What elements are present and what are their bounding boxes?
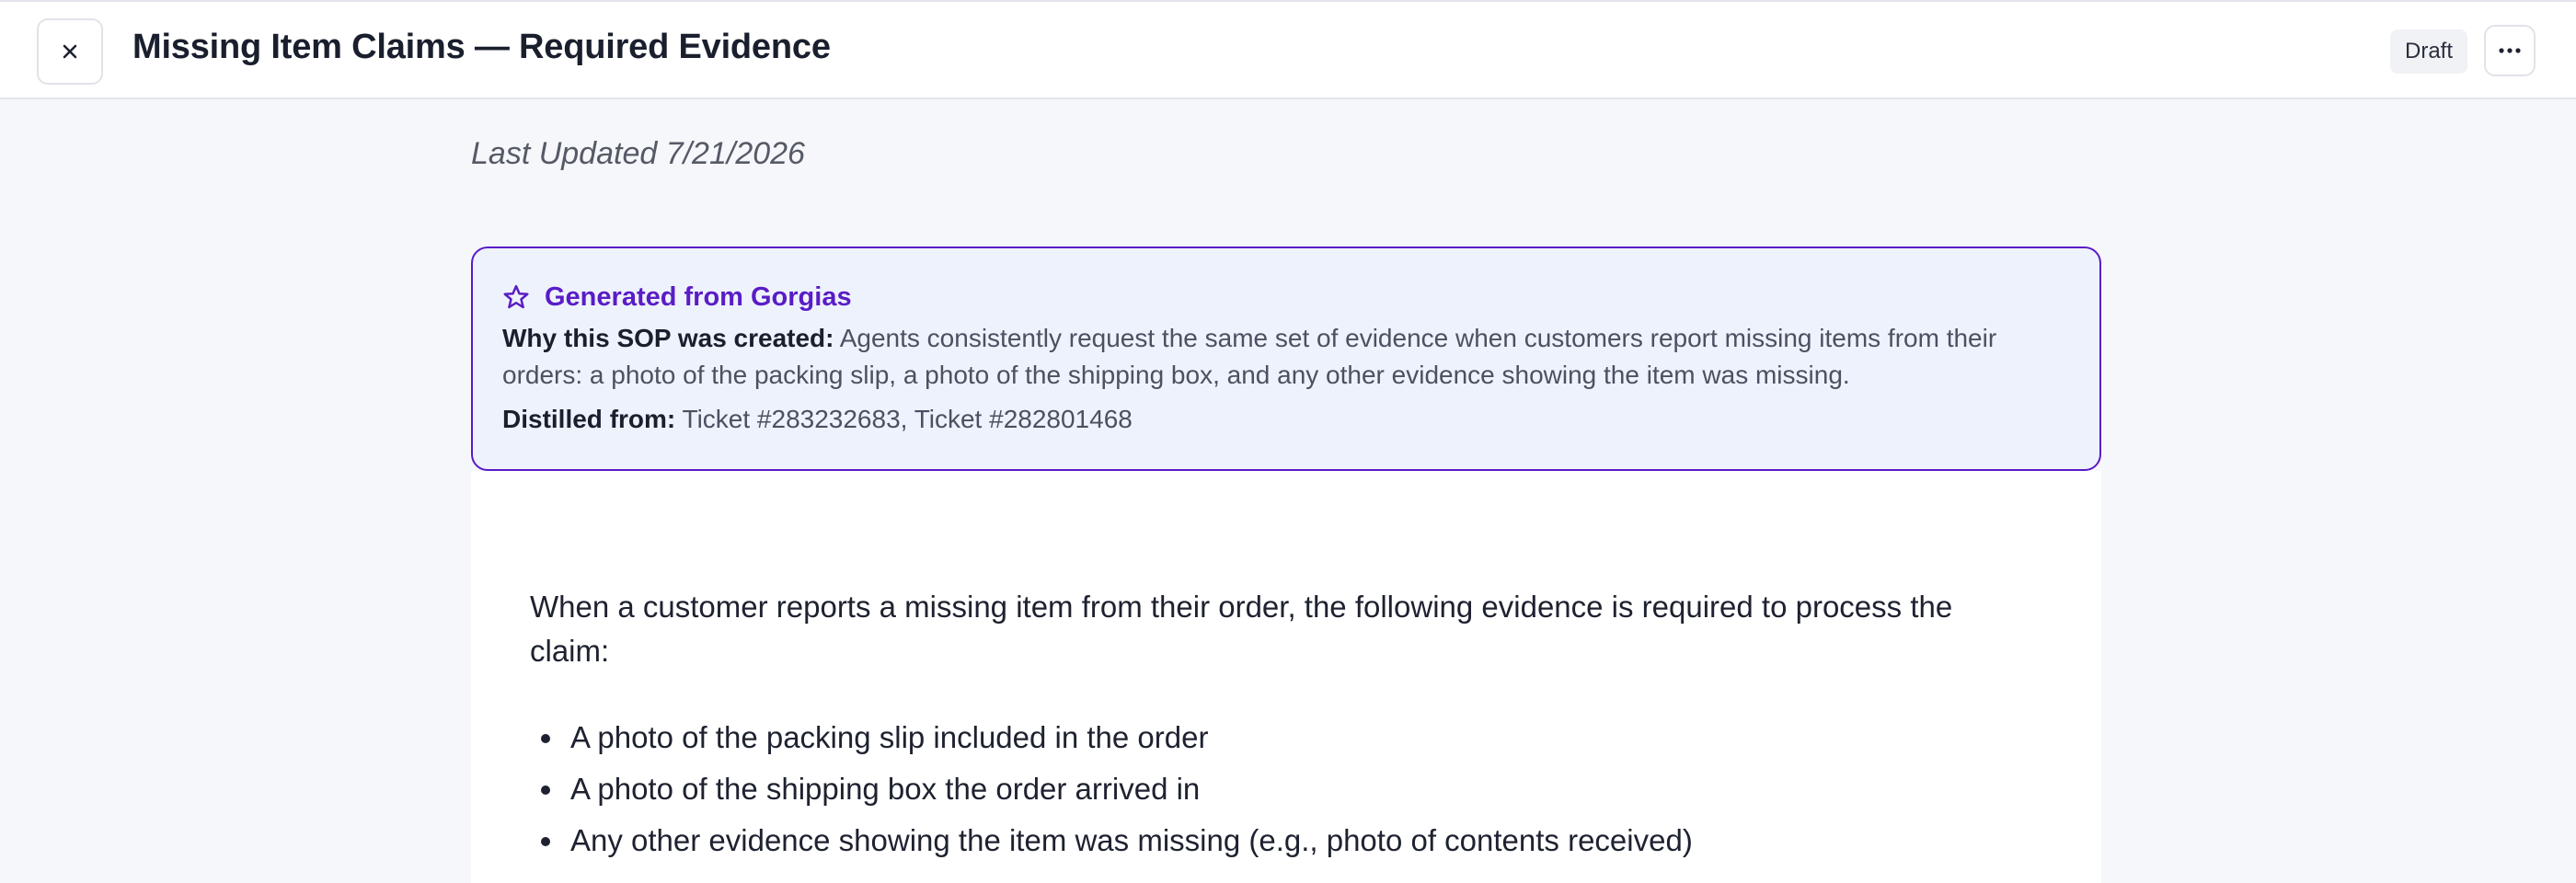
sop-reason: Why this SOP was created: Agents consist… [502, 320, 2070, 394]
status-badge: Draft [2390, 29, 2468, 74]
star-icon [503, 284, 529, 309]
generated-source-card: Generated from Gorgias Why this SOP was … [471, 247, 2101, 471]
list-item[interactable]: Any other evidence showing the item was … [530, 815, 1693, 866]
list-item-text: A photo of the shipping box the order ar… [570, 772, 1201, 806]
card-title: Generated from Gorgias [545, 281, 852, 312]
list-item-text: A photo of the packing slip included in … [570, 720, 1209, 754]
intro-paragraph[interactable]: When a customer reports a missing item f… [530, 585, 2030, 673]
last-updated-text: Last Updated 7/21/2026 [471, 136, 805, 171]
evidence-list: A photo of the packing slip included in … [530, 712, 1693, 866]
distilled-from-tickets: Ticket #283232683, Ticket #282801468 [675, 405, 1133, 433]
more-horizontal-icon [2499, 48, 2521, 53]
list-item-text: Any other evidence showing the item was … [570, 823, 1693, 857]
document-body: When a customer reports a missing item f… [471, 471, 2101, 883]
list-item[interactable]: A photo of the shipping box the order ar… [530, 763, 1693, 815]
sop-reason-label: Why this SOP was created: [502, 324, 834, 352]
close-button[interactable] [37, 18, 103, 85]
bullet-icon [541, 837, 550, 846]
top-bar: Missing Item Claims — Required Evidence … [0, 0, 2576, 99]
distilled-from: Distilled from: Ticket #283232683, Ticke… [502, 401, 2070, 438]
card-header: Generated from Gorgias [502, 280, 2070, 315]
page-title: Missing Item Claims — Required Evidence [132, 28, 831, 66]
more-options-button[interactable] [2484, 25, 2536, 76]
bullet-icon [541, 786, 550, 795]
close-icon [63, 44, 77, 59]
distilled-from-label: Distilled from: [502, 405, 676, 433]
bullet-icon [541, 734, 550, 743]
list-item[interactable]: A photo of the packing slip included in … [530, 712, 1693, 763]
